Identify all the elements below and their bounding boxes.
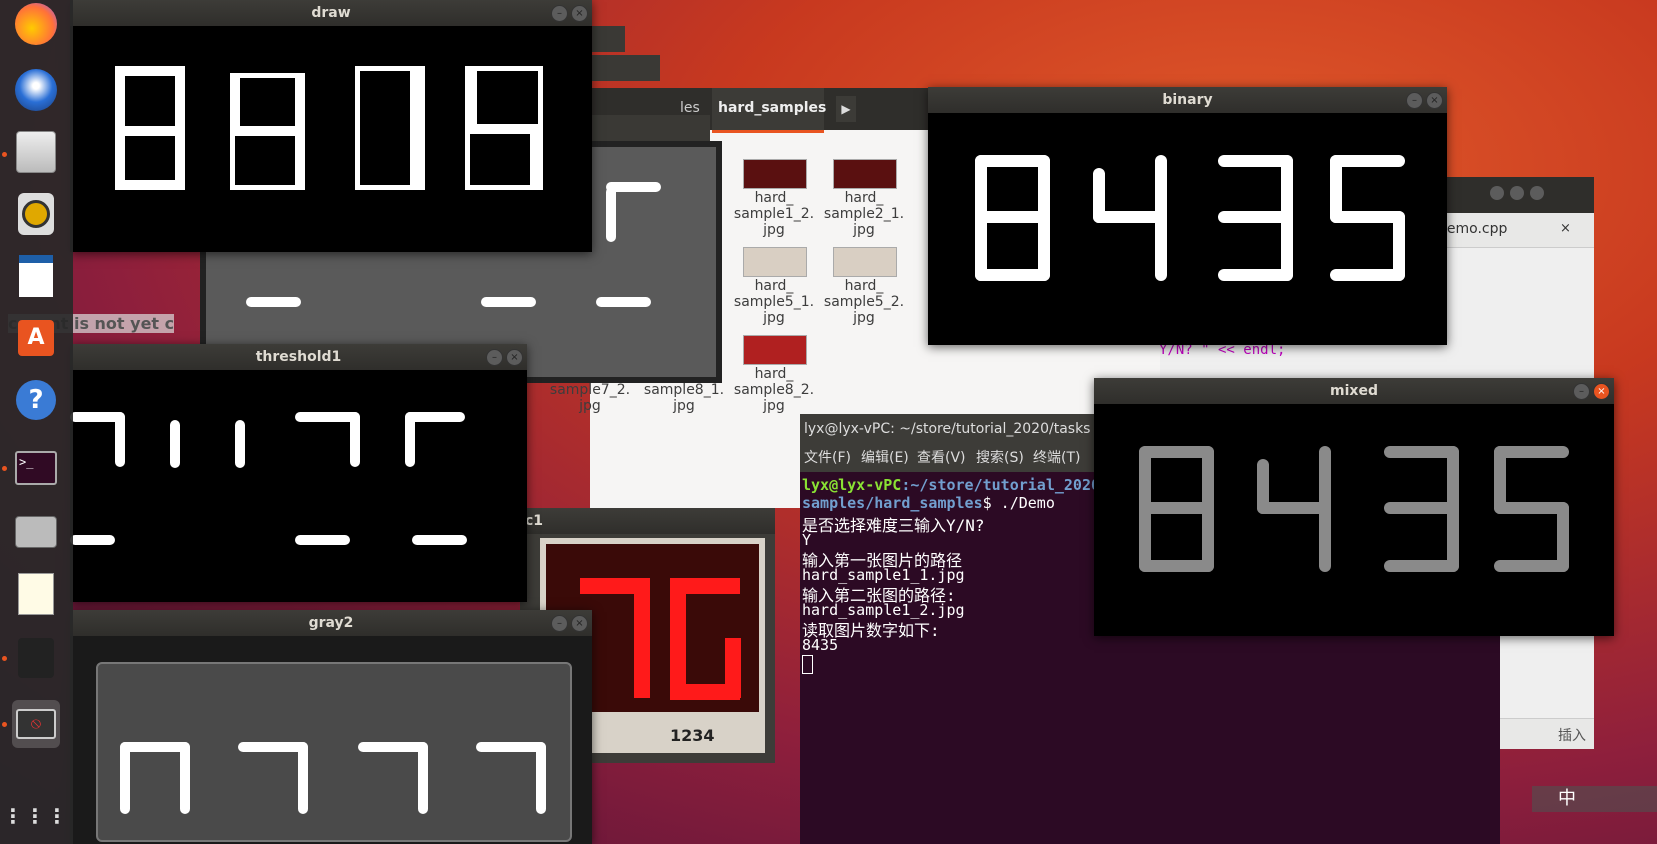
draw-canvas bbox=[70, 26, 592, 252]
close-button[interactable] bbox=[1530, 186, 1544, 200]
tab-close-icon[interactable]: × bbox=[1560, 221, 1571, 236]
help-icon[interactable]: ? bbox=[12, 376, 60, 424]
tab-demo-cpp[interactable]: demo.cpp bbox=[1438, 221, 1507, 237]
window-title: threshold1 bbox=[255, 349, 342, 365]
mixed-canvas bbox=[1094, 404, 1614, 636]
menu-file[interactable]: 文件(F) bbox=[804, 444, 851, 472]
show-apps-icon[interactable]: ⋮⋮⋮ bbox=[3, 792, 67, 840]
ime-indicator[interactable]: 中 bbox=[1532, 786, 1657, 812]
dock: A ? >_ ⦸ ⋮⋮⋮ bbox=[0, 0, 73, 844]
window-title: binary bbox=[1162, 92, 1213, 108]
prompt-line: lyx@lyx-vPC:~/store/tutorial_2020 bbox=[802, 476, 1100, 494]
maximize-button[interactable] bbox=[1510, 186, 1524, 200]
menu-terminal[interactable]: 终端(T) bbox=[1033, 444, 1080, 472]
gray2-titlebar: gray2 bbox=[70, 610, 592, 636]
prompt-command: $ ./Demo bbox=[982, 494, 1055, 512]
minimize-button[interactable]: – bbox=[551, 5, 568, 22]
minimize-button[interactable]: – bbox=[1573, 383, 1590, 400]
terminal-title: lyx@lyx-vPC: ~/store/tutorial_2020/tasks bbox=[804, 421, 1091, 437]
libreoffice-writer-icon[interactable] bbox=[12, 252, 60, 300]
webcam-icon[interactable] bbox=[12, 634, 60, 682]
binary-titlebar: binary bbox=[928, 87, 1447, 113]
close-button[interactable]: × bbox=[506, 349, 523, 366]
ime-text: 中 bbox=[1558, 788, 1576, 809]
close-button[interactable]: × bbox=[571, 615, 588, 632]
blocked-app-icon[interactable]: ⦸ bbox=[12, 700, 60, 748]
minimize-button[interactable]: – bbox=[486, 349, 503, 366]
minimize-button[interactable]: – bbox=[1406, 92, 1423, 109]
file-thumbnail[interactable] bbox=[743, 335, 807, 365]
window-title: mixed bbox=[1330, 383, 1378, 399]
file-label[interactable]: hard_ sample1_2. jpg bbox=[724, 190, 824, 238]
terminal-output-line: 是否选择难度三输入Y/N? bbox=[802, 516, 985, 535]
running-indicator bbox=[2, 656, 7, 661]
tab-scroll-right-icon[interactable]: ▶ bbox=[836, 96, 856, 122]
firefox-icon[interactable] bbox=[12, 0, 60, 48]
mixed-window: mixed – × bbox=[1094, 378, 1614, 636]
threshold1-canvas bbox=[70, 370, 527, 602]
threshold1-window: threshold1 – × bbox=[70, 344, 527, 602]
tab-previous[interactable]: les bbox=[680, 100, 700, 116]
prompt-path: :~/store/tutorial_2020 bbox=[901, 476, 1101, 494]
prompt-user: lyx@lyx-vPC bbox=[802, 476, 902, 494]
files-icon[interactable] bbox=[12, 128, 60, 176]
prompt-path-2: samples/hard_samples bbox=[802, 494, 983, 512]
text-editor-icon[interactable] bbox=[12, 570, 60, 618]
menu-search[interactable]: 搜索(S) bbox=[976, 444, 1024, 472]
close-button[interactable]: × bbox=[571, 5, 588, 22]
terminal-icon[interactable]: >_ bbox=[12, 444, 60, 492]
menu-view[interactable]: 查看(V) bbox=[917, 444, 966, 472]
tab-hard-samples-label: hard_samples bbox=[718, 100, 827, 116]
gray2-window: gray2 – × bbox=[70, 610, 592, 844]
prompt-line-2: samples/hard_samples$ ./Demo bbox=[802, 494, 1055, 512]
file-thumbnail[interactable] bbox=[833, 159, 897, 189]
gray2-image bbox=[96, 662, 572, 842]
software-center-icon[interactable]: A bbox=[12, 314, 60, 362]
file-thumbnail[interactable] bbox=[743, 159, 807, 189]
terminal-output-line: 8435 bbox=[802, 636, 839, 654]
running-indicator bbox=[2, 466, 7, 471]
insert-mode-label: 插入 bbox=[1558, 728, 1586, 744]
menu-edit[interactable]: 编辑(E) bbox=[861, 444, 909, 472]
minimize-button[interactable]: – bbox=[551, 615, 568, 632]
file-label[interactable]: hard_ sample2_1. jpg bbox=[814, 190, 914, 238]
binary-window: binary – × bbox=[928, 87, 1447, 345]
rhythmbox-icon[interactable] bbox=[12, 190, 60, 238]
close-button[interactable]: × bbox=[1593, 383, 1610, 400]
close-button[interactable]: × bbox=[1426, 92, 1443, 109]
minimize-button[interactable] bbox=[1490, 186, 1504, 200]
source-image-titlebar: c1 bbox=[520, 508, 775, 534]
tab-hard-samples[interactable]: hard_samples bbox=[712, 88, 827, 133]
binary-canvas bbox=[928, 113, 1447, 345]
running-indicator bbox=[2, 152, 7, 157]
window-title: gray2 bbox=[308, 615, 354, 631]
thunderbird-icon[interactable] bbox=[12, 66, 60, 114]
draw-window: draw – × bbox=[70, 0, 592, 252]
draw-titlebar: draw bbox=[70, 0, 592, 26]
threshold1-titlebar: threshold1 bbox=[70, 344, 527, 370]
printer-icon[interactable] bbox=[12, 508, 60, 556]
mixed-titlebar: mixed bbox=[1094, 378, 1614, 404]
window-title: c1 bbox=[525, 513, 544, 529]
window-title: draw bbox=[311, 5, 351, 21]
running-indicator bbox=[2, 722, 7, 727]
file-label[interactable]: hard_ sample5_2. jpg bbox=[814, 278, 914, 326]
file-label[interactable]: hard_ sample8_2. jpg bbox=[724, 366, 824, 414]
file-thumbnail[interactable] bbox=[833, 247, 897, 277]
terminal-cursor bbox=[802, 655, 813, 674]
file-thumbnail[interactable] bbox=[743, 247, 807, 277]
file-label[interactable]: hard_ sample5_1. jpg bbox=[724, 278, 824, 326]
